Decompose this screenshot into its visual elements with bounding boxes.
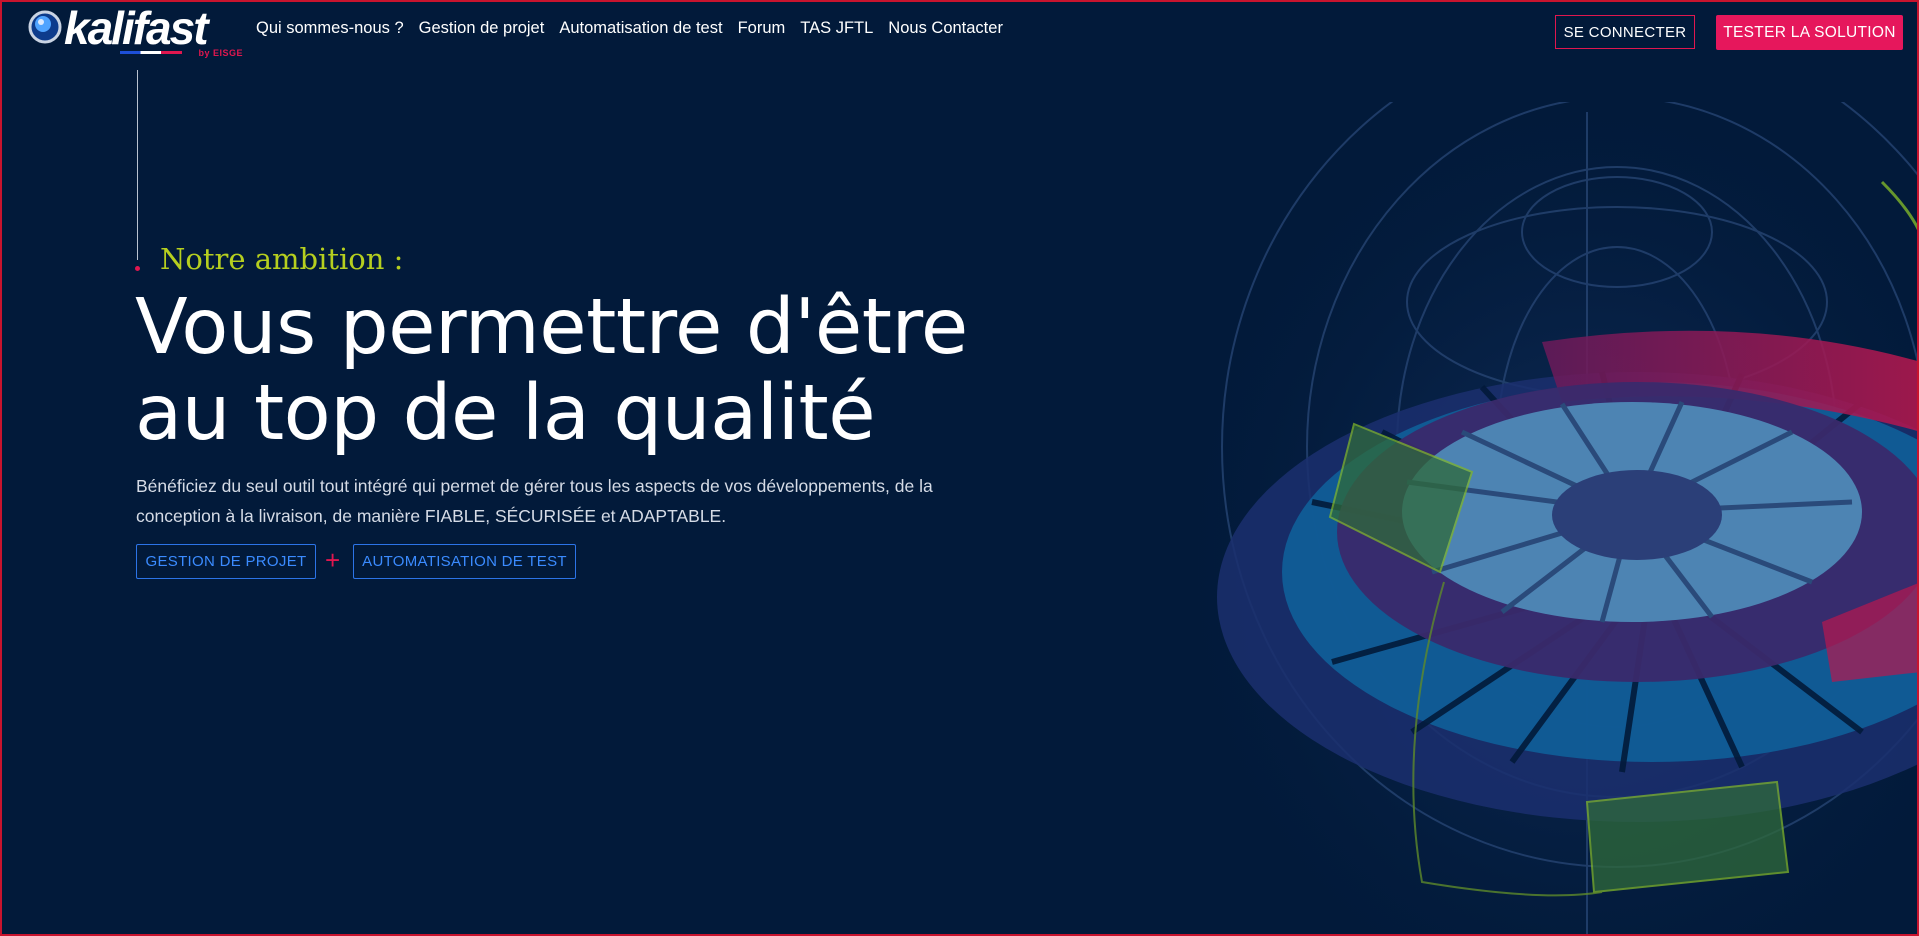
decorative-vertical-line bbox=[137, 70, 138, 260]
logo-wordmark: kalifast bbox=[64, 2, 209, 54]
logo-byline: by EISGE bbox=[198, 48, 243, 58]
nav-link-project-management[interactable]: Gestion de projet bbox=[419, 19, 545, 38]
page: kalifast by EISGE Qui sommes-nous ? Gest… bbox=[2, 2, 1917, 934]
main-menu: Qui sommes-nous ? Gestion de projet Auto… bbox=[256, 19, 1003, 38]
project-management-button[interactable]: GESTION DE PROJET bbox=[136, 544, 316, 579]
nav-link-tas-jftl[interactable]: TAS JFTL bbox=[800, 19, 873, 38]
headline-line-1: Vous permettre d'être bbox=[135, 283, 968, 372]
nav-link-contact[interactable]: Nous Contacter bbox=[888, 19, 1003, 38]
nav-link-forum[interactable]: Forum bbox=[738, 19, 786, 38]
logo-flag-stripe bbox=[120, 51, 182, 54]
headline-line-2: au top de la qualité bbox=[135, 369, 876, 458]
wireframe-globe-illustration bbox=[1182, 102, 1917, 934]
nav-link-about[interactable]: Qui sommes-nous ? bbox=[256, 19, 404, 38]
hero-headline: Vous permettre d'être au top de la quali… bbox=[135, 285, 1035, 457]
globe-logo-icon bbox=[28, 10, 62, 44]
test-automation-button[interactable]: AUTOMATISATION DE TEST bbox=[353, 544, 576, 579]
hero-description: Bénéficiez du seul outil tout intégré qu… bbox=[136, 476, 933, 526]
decorative-dot bbox=[135, 266, 140, 271]
hero-kicker: Notre ambition : bbox=[160, 242, 404, 276]
nav-link-test-automation[interactable]: Automatisation de test bbox=[559, 19, 722, 38]
plus-sign: + bbox=[325, 545, 341, 575]
try-solution-button[interactable]: TESTER LA SOLUTION bbox=[1716, 15, 1903, 50]
login-button[interactable]: SE CONNECTER bbox=[1555, 15, 1695, 49]
kalifast-logo[interactable]: kalifast by EISGE bbox=[28, 2, 243, 58]
top-navbar: kalifast by EISGE Qui sommes-nous ? Gest… bbox=[2, 2, 1917, 60]
